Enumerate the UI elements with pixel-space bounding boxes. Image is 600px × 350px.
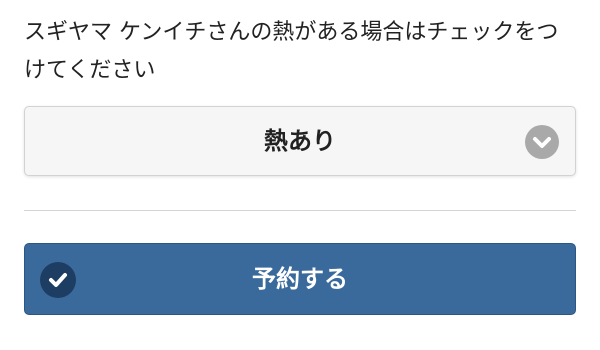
- reserve-button-label: 予約する: [252, 265, 348, 293]
- reserve-button[interactable]: 予約する: [24, 243, 576, 315]
- fever-select[interactable]: 熱あり: [24, 106, 576, 176]
- divider: [24, 210, 576, 211]
- fever-question-text: スギヤマ ケンイチさんの熱がある場合はチェックをつけてください: [24, 20, 559, 83]
- fever-select-value: 熱あり: [264, 127, 336, 155]
- chevron-down-icon: [525, 125, 559, 159]
